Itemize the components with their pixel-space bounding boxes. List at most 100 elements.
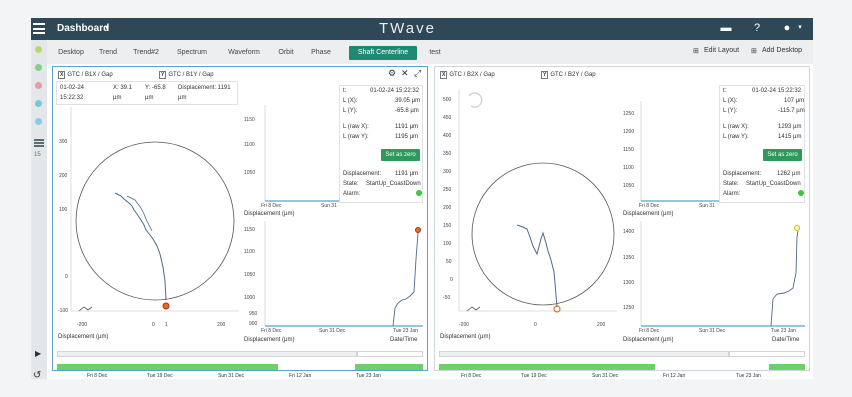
- orbit-y-tick: -50: [443, 295, 451, 301]
- tab-desktop[interactable]: Desktop: [53, 46, 89, 60]
- trend-y-tick: 950: [249, 311, 258, 317]
- trend-y-tick: 1100: [244, 249, 255, 255]
- orbit-y-tick: 200: [59, 173, 68, 179]
- orbit-x-tick: 200: [597, 322, 606, 328]
- orbit-y-tick: 100: [59, 207, 68, 213]
- tab-trend[interactable]: Trend: [96, 46, 120, 60]
- trend-x-axis-label: Displacement (µm): [244, 337, 295, 343]
- info-value: 1191 µm: [395, 124, 419, 130]
- app-window: Dashboard ▾ TWave ▬ ? ● ▾ 15 ▶ ↺ Desktop…: [31, 18, 813, 379]
- orbit-y-tick: 0: [65, 274, 68, 280]
- timeline-scrollbar[interactable]: [439, 351, 729, 357]
- info-value: 1195 µm: [395, 134, 419, 140]
- orbit-y-tick: 450: [443, 115, 452, 121]
- timeline-scrollbar[interactable]: [57, 351, 357, 357]
- set-as-zero-button[interactable]: Set as zero: [763, 149, 802, 161]
- trend-y-tick: 1150: [623, 147, 634, 153]
- account-icon[interactable]: ●: [780, 21, 794, 35]
- account-chevron-icon[interactable]: ▾: [793, 21, 807, 35]
- info-label: State:: [723, 181, 739, 187]
- tab-shaft-centerline[interactable]: Shaft Centerline: [349, 46, 417, 60]
- info-panel: t: 01-02-24 15:22:32 L (X): 39.05 µm L (…: [339, 85, 423, 203]
- trend-x-tick: Fri 8 Dec: [261, 203, 282, 209]
- edit-layout-button[interactable]: Edit Layout: [704, 47, 739, 54]
- layout-icon[interactable]: ⊞: [693, 47, 699, 55]
- info-label: Alarm:: [723, 191, 741, 197]
- status-dot-icon[interactable]: [35, 64, 42, 71]
- orbit-x-axis-label: Displacement (µm): [58, 334, 109, 340]
- timeline-tick: Fri 12 Jan: [289, 373, 312, 379]
- history-icon[interactable]: ↺: [33, 370, 41, 379]
- trend-y-tick: 1150: [244, 117, 255, 123]
- info-label: L (X):: [343, 98, 358, 104]
- timeline-scroll-thumb[interactable]: [357, 351, 423, 357]
- trend-x-tick: Sun 31 Dec: [699, 328, 726, 334]
- set-as-zero-button[interactable]: Set as zero: [381, 149, 420, 161]
- sidebar-count: 15: [34, 152, 41, 158]
- tab-bar: Desktop Trend Trend#2 Spectrum Waveform …: [47, 40, 813, 64]
- info-label: L (raw X):: [343, 124, 369, 130]
- timeline-range-bar[interactable]: [439, 364, 655, 370]
- info-value: 1262 µm: [777, 171, 801, 177]
- tab-trend2[interactable]: Trend#2: [129, 46, 163, 60]
- timeline-tick: Fri 8 Dec: [461, 373, 482, 379]
- orbit-x-tick: 1: [165, 322, 168, 328]
- tab-spectrum[interactable]: Spectrum: [171, 46, 213, 60]
- trend-y-tick: 1050: [623, 183, 635, 189]
- trend-x-tick: Fri 8 Dec: [639, 203, 660, 209]
- info-label: Displacement:: [723, 171, 762, 177]
- trend-marker[interactable]: [415, 227, 421, 233]
- centerline-trace: [516, 224, 558, 308]
- shaft-centerline-panel-1: X GTC / B1X / Gap Y GTC / B1Y / Gap ⚙ ✕ ⤢ …: [52, 66, 428, 379]
- tab-waveform[interactable]: Waveform: [222, 46, 266, 60]
- orbit-x-axis-label: Displacement (µm): [440, 334, 491, 340]
- info-label: t:: [723, 88, 727, 94]
- trend-y-tick: 1300: [623, 280, 635, 286]
- status-dot-icon[interactable]: [35, 100, 42, 107]
- orbit-y-tick: 250: [443, 187, 452, 193]
- info-panel: t: 01-02-24 15:22:32 L (X): 107 µm L (Y)…: [719, 85, 805, 203]
- trend-y-axis-label: Displacement (µm): [244, 211, 295, 217]
- alarm-status-icon: [798, 190, 804, 196]
- shaft-centerline-panel-2: X GTC / B2X / Gap Y GTC / B2Y / Gap 500 45…: [434, 66, 810, 379]
- add-desktop-button[interactable]: Add Desktop: [762, 47, 802, 54]
- tab-test[interactable]: test: [424, 46, 446, 60]
- chevron-down-icon[interactable]: ▾: [105, 23, 109, 32]
- trend-x-tick: Sun 31 Dec: [319, 328, 346, 334]
- info-label: State:: [343, 181, 359, 187]
- info-label: Alarm:: [343, 191, 361, 197]
- add-icon[interactable]: ⊞: [751, 47, 757, 55]
- axis-indicator-icon: [78, 306, 93, 312]
- clearance-circle: [75, 141, 235, 301]
- status-dot-icon[interactable]: [35, 46, 42, 53]
- help-icon[interactable]: ?: [750, 21, 764, 35]
- play-icon[interactable]: ▶: [35, 349, 41, 358]
- timeline-range-bar[interactable]: [57, 364, 278, 370]
- list-icon[interactable]: [34, 139, 44, 148]
- status-dot-icon[interactable]: [35, 118, 42, 125]
- info-value: 1415 µm: [778, 134, 802, 140]
- date-time-label: Date/Time: [772, 337, 800, 343]
- timeline-tick: Sun 31 Dec: [592, 373, 619, 379]
- chat-icon[interactable]: ▬: [719, 21, 733, 35]
- trend-x-tick: Tue 23 Jan: [393, 328, 418, 334]
- trend-marker[interactable]: [794, 225, 800, 231]
- timeline-range-bar[interactable]: [769, 364, 805, 370]
- axis-indicator-icon: [466, 306, 481, 312]
- loading-icon: [468, 92, 483, 108]
- timeline-tick: Tue 19 Dec: [147, 373, 173, 379]
- menu-icon[interactable]: [33, 23, 45, 34]
- sidebar: 15 ▶ ↺: [31, 40, 47, 379]
- status-dot-icon[interactable]: [35, 82, 42, 89]
- tab-orbit[interactable]: Orbit: [273, 46, 299, 60]
- current-position-marker[interactable]: [162, 302, 170, 310]
- info-value: 1191 µm: [395, 171, 419, 177]
- tab-phase[interactable]: Phase: [306, 46, 336, 60]
- trend-y-tick: 1100: [623, 165, 634, 171]
- state-value: StartUp_CoastDown: [366, 181, 421, 187]
- dashboard-menu[interactable]: Dashboard: [57, 23, 109, 34]
- info-label: L (Y):: [723, 108, 738, 114]
- timeline-range-bar[interactable]: [355, 364, 423, 370]
- timeline-scroll-thumb[interactable]: [729, 351, 805, 357]
- orbit-x-tick: 0: [534, 322, 537, 328]
